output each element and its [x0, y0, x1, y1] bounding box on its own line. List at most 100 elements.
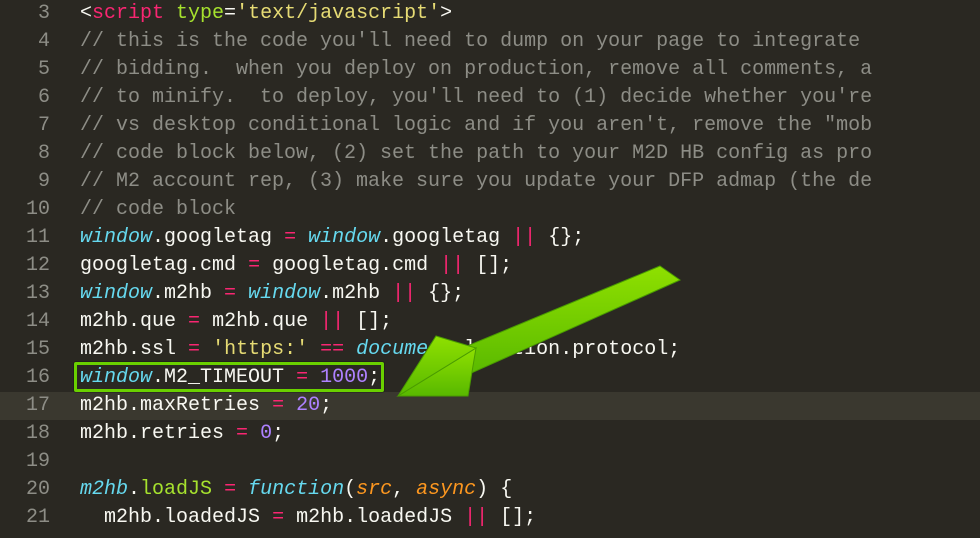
code-token: {};: [428, 282, 464, 305]
code-line[interactable]: // code block: [68, 196, 980, 224]
code-token: =: [188, 310, 200, 333]
code-token: // this is the code you'll need to dump …: [80, 30, 872, 53]
code-token: type: [176, 2, 224, 25]
code-token: window: [80, 226, 152, 249]
code-token: googletag: [260, 254, 380, 277]
code-token: cmd: [200, 254, 248, 277]
code-token: =: [224, 478, 236, 501]
code-line[interactable]: m2hb.loadedJS = m2hb.loadedJS || [];: [68, 504, 980, 532]
code-line[interactable]: window.googletag = window.googletag || {…: [68, 224, 980, 252]
code-line[interactable]: m2hb.retries = 0;: [68, 420, 980, 448]
code-line[interactable]: googletag.cmd = googletag.cmd || [];: [68, 252, 980, 280]
line-number: 4: [0, 28, 68, 56]
code-token: .: [128, 394, 140, 417]
code-token: que: [140, 310, 188, 333]
code-token: [];: [476, 254, 512, 277]
line-number: 17: [0, 392, 68, 420]
code-token: ||: [464, 506, 488, 529]
code-token: // bidding. when you deploy on productio…: [80, 58, 872, 81]
code-token: .: [260, 310, 272, 333]
code-token: // vs desktop conditional logic and if y…: [80, 114, 872, 137]
code-token: .: [380, 226, 392, 249]
code-editor[interactable]: 3456789101112131415161718192021 <script …: [0, 0, 980, 538]
code-token: m2hb: [80, 422, 128, 445]
code-line[interactable]: [68, 448, 980, 476]
code-token: protocol: [572, 338, 668, 361]
code-token: .: [152, 282, 164, 305]
code-token: 'https:': [212, 338, 308, 361]
code-token: =: [272, 506, 284, 529]
code-token: ||: [512, 226, 536, 249]
code-token: .: [128, 422, 140, 445]
code-token: .: [128, 478, 140, 501]
code-token: [344, 338, 356, 361]
code-token: [308, 366, 320, 389]
line-number: 12: [0, 252, 68, 280]
code-area[interactable]: <script type='text/javascript'>// this i…: [68, 0, 980, 538]
line-number: 13: [0, 280, 68, 308]
code-line[interactable]: window.M2_TIMEOUT = 1000;: [68, 364, 980, 392]
code-line[interactable]: window.m2hb = window.m2hb || {};: [68, 280, 980, 308]
code-token: {: [500, 478, 512, 501]
code-token: .: [128, 338, 140, 361]
code-line[interactable]: m2hb.que = m2hb.que || [];: [68, 308, 980, 336]
code-token: =: [188, 338, 200, 361]
code-token: function: [248, 478, 344, 501]
line-number: 8: [0, 140, 68, 168]
line-number: 21: [0, 504, 68, 532]
code-token: .: [380, 254, 392, 277]
code-line[interactable]: // to minify. to deploy, you'll need to …: [68, 84, 980, 112]
code-token: ;: [368, 366, 380, 389]
code-token: [308, 338, 320, 361]
code-line[interactable]: // code block below, (2) set the path to…: [68, 140, 980, 168]
code-token: =: [248, 254, 260, 277]
code-line[interactable]: // this is the code you'll need to dump …: [68, 28, 980, 56]
code-token: [488, 506, 500, 529]
code-token: m2hb: [80, 338, 128, 361]
code-line[interactable]: // M2 account rep, (3) make sure you upd…: [68, 168, 980, 196]
line-number: 14: [0, 308, 68, 336]
code-token: m2hb: [284, 506, 344, 529]
code-token: .: [188, 254, 200, 277]
code-token: M2_TIMEOUT: [164, 366, 296, 389]
line-number: 6: [0, 84, 68, 112]
line-number: 10: [0, 196, 68, 224]
line-number: 9: [0, 168, 68, 196]
code-token: m2hb: [80, 394, 128, 417]
code-token: .: [128, 310, 140, 333]
code-token: window: [80, 282, 152, 305]
code-token: maxRetries: [140, 394, 272, 417]
code-token: cmd: [392, 254, 440, 277]
code-token: [236, 282, 248, 305]
code-token: window: [248, 282, 320, 305]
code-line[interactable]: <script type='text/javascript'>: [68, 0, 980, 28]
code-token: googletag: [80, 254, 188, 277]
code-token: window: [308, 226, 380, 249]
code-token: src: [356, 478, 392, 501]
code-token: [296, 226, 308, 249]
code-token: googletag: [164, 226, 284, 249]
code-token: window: [80, 366, 152, 389]
code-line[interactable]: m2hb.maxRetries = 20;: [68, 392, 980, 420]
code-token: ,: [392, 478, 416, 501]
code-line[interactable]: m2hb.ssl = 'https:' == document.location…: [68, 336, 980, 364]
line-number: 5: [0, 56, 68, 84]
code-token: .: [452, 338, 464, 361]
code-line[interactable]: // bidding. when you deploy on productio…: [68, 56, 980, 84]
code-token: [416, 282, 428, 305]
code-token: ||: [440, 254, 464, 277]
code-line[interactable]: m2hb.loadJS = function(src, async) {: [68, 476, 980, 504]
code-token: googletag: [392, 226, 512, 249]
code-token: loadJS: [140, 478, 212, 501]
code-token: =: [224, 282, 236, 305]
code-token: ||: [392, 282, 416, 305]
code-token: ;: [668, 338, 680, 361]
code-token: [212, 478, 224, 501]
code-line[interactable]: // vs desktop conditional logic and if y…: [68, 112, 980, 140]
code-token: =: [224, 2, 236, 25]
code-token: ||: [320, 310, 344, 333]
code-token: =: [236, 422, 248, 445]
code-token: .: [152, 506, 164, 529]
code-token: ssl: [140, 338, 188, 361]
code-token: (: [344, 478, 356, 501]
